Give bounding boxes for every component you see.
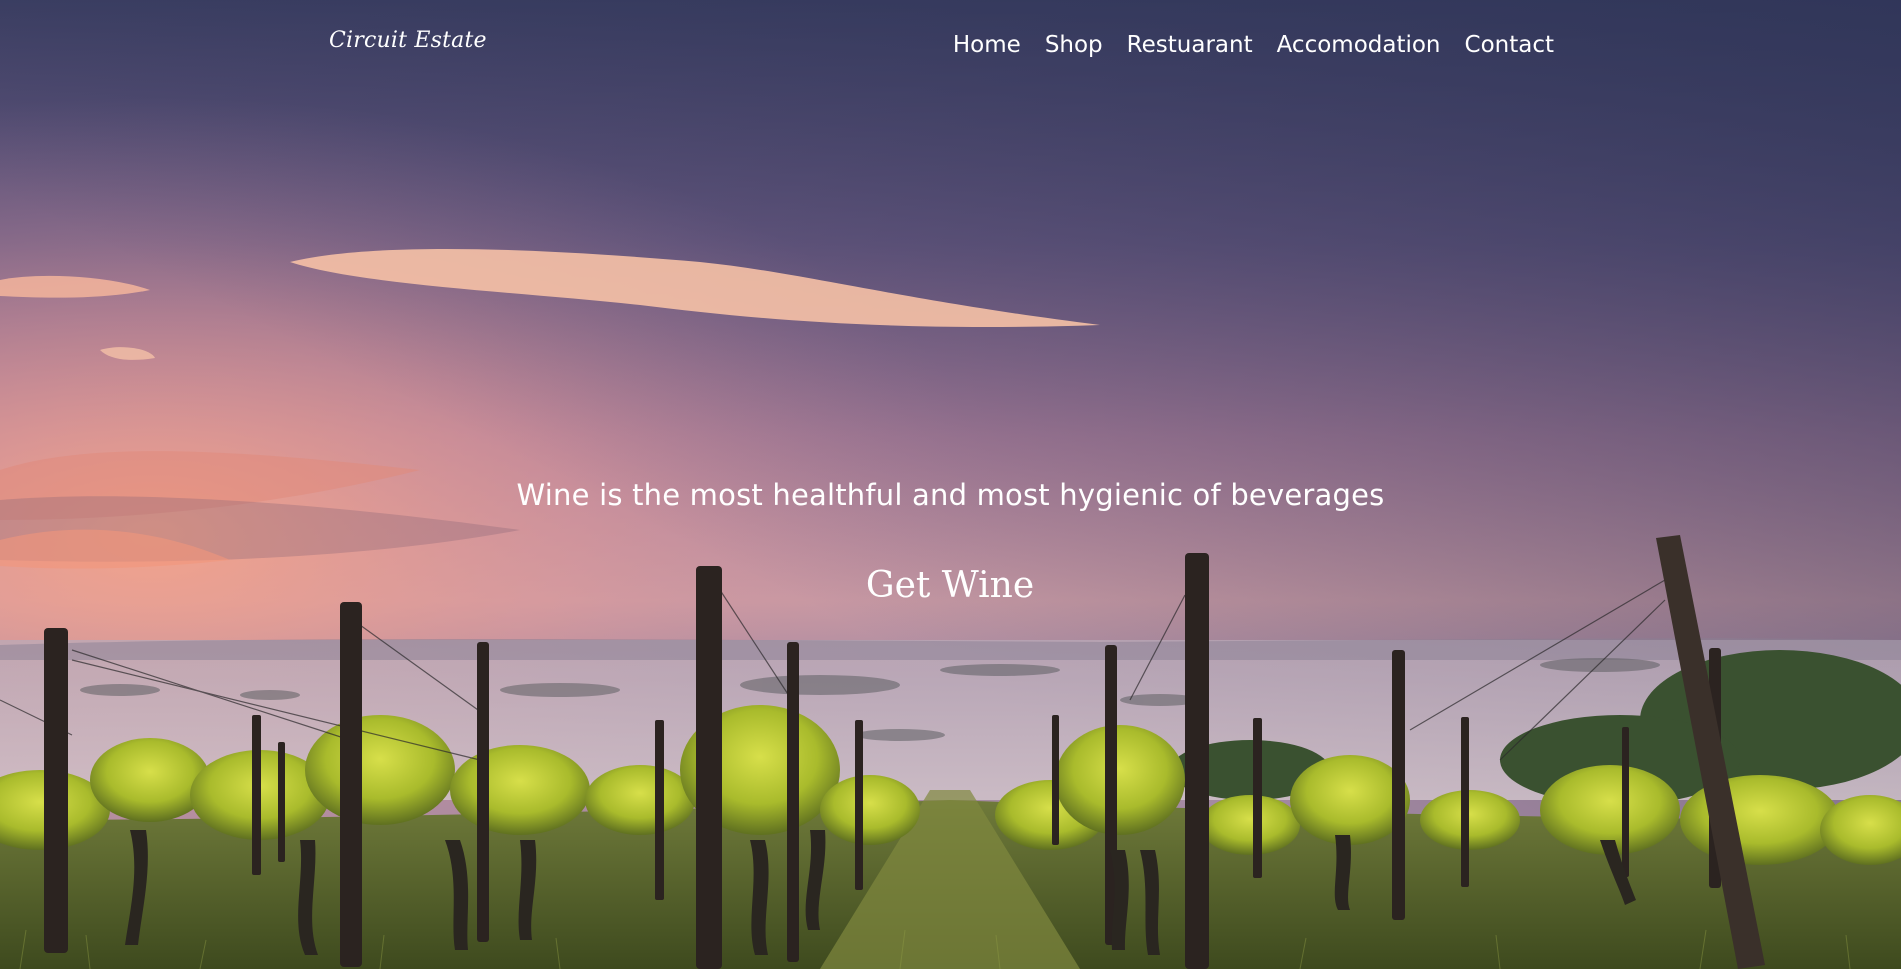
nav-shop-link[interactable]: Shop bbox=[1045, 30, 1103, 60]
nav-home-link[interactable]: Home bbox=[953, 30, 1021, 60]
main-navigation: Home Shop Restuarant Accomodation Contac… bbox=[953, 30, 1554, 60]
nav-restaurant-link[interactable]: Restuarant bbox=[1127, 30, 1253, 60]
nav-accommodation-link[interactable]: Accomodation bbox=[1277, 30, 1441, 60]
get-wine-button[interactable]: Get Wine bbox=[850, 556, 1050, 616]
site-logo[interactable]: Circuit Estate bbox=[329, 28, 487, 53]
hero-tagline: Wine is the most healthful and most hygi… bbox=[516, 478, 1385, 512]
nav-contact-link[interactable]: Contact bbox=[1465, 30, 1554, 60]
